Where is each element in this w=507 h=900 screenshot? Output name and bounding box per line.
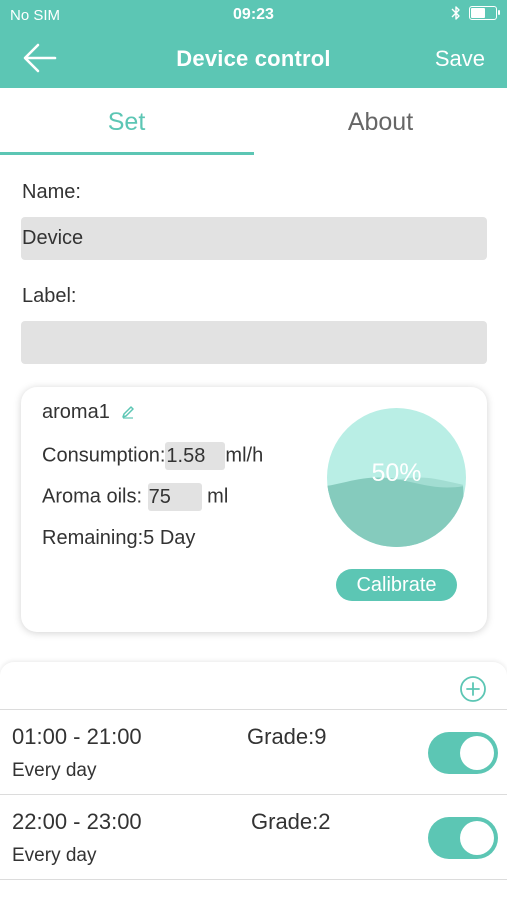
label-field[interactable] [21,321,487,364]
pencil-icon[interactable] [121,405,135,419]
oils-row: Aroma oils: 75 ml [42,483,228,511]
oils-label: Aroma oils: [42,485,143,508]
nav-bar: Device control Save [0,30,507,88]
clock: 09:23 [233,6,274,23]
save-button[interactable]: Save [435,46,485,72]
consumption-row: Consumption:1.58 ml/h [42,442,263,470]
toggle-knob [460,821,494,855]
schedule-repeat: Every day [12,760,97,781]
schedule-time: 01:00 - 21:00 [12,724,142,749]
aroma-card: aroma1 Consumption:1.58 ml/h Aroma oils: … [21,387,487,632]
consumption-unit: ml/h [225,444,264,467]
toggle-knob [460,736,494,770]
schedule-toggle[interactable] [428,732,498,774]
status-icons [451,5,500,21]
oil-level-percent: 50% [371,459,422,487]
divider [0,879,507,880]
schedule-time: 22:00 - 23:00 [12,809,142,834]
remaining-row: Remaining:5 Day [42,527,195,550]
schedule-toggle[interactable] [428,817,498,859]
app-header: No SIM 09:23 Device control Save [0,0,507,88]
bluetooth-icon [451,6,460,20]
schedule-grade: Grade:2 [251,809,331,834]
battery-charging-icon [469,6,500,20]
schedule-grade: Grade:9 [247,724,327,749]
name-field[interactable]: Device [21,217,487,260]
schedule-panel: 01:00 - 21:00 Grade:9 Every day 22:00 - … [0,662,507,900]
remaining-value: 5 Day [143,527,196,549]
tab-set[interactable]: Set [0,88,253,156]
schedule-row[interactable]: 01:00 - 21:00 Grade:9 Every day [0,710,507,794]
schedule-row[interactable]: 22:00 - 23:00 Grade:2 Every day [0,795,507,879]
oils-input[interactable]: 75 [147,483,202,511]
consumption-label: Consumption: [42,444,166,467]
consumption-input[interactable]: 1.58 [165,442,226,470]
remaining-label: Remaining: [42,527,144,549]
label-label: Label: [22,285,77,307]
page-title: Device control [176,46,331,71]
active-tab-indicator [0,152,254,155]
status-bar: No SIM 09:23 [0,0,507,30]
add-circle-icon[interactable] [459,675,487,703]
schedule-repeat: Every day [12,845,97,866]
aroma-name: aroma1 [42,401,110,423]
tab-bar: Set About [0,88,507,156]
calibrate-button[interactable]: Calibrate [336,569,457,601]
name-label: Name: [22,181,81,203]
tab-about[interactable]: About [254,88,507,156]
oils-unit: ml [207,485,229,508]
